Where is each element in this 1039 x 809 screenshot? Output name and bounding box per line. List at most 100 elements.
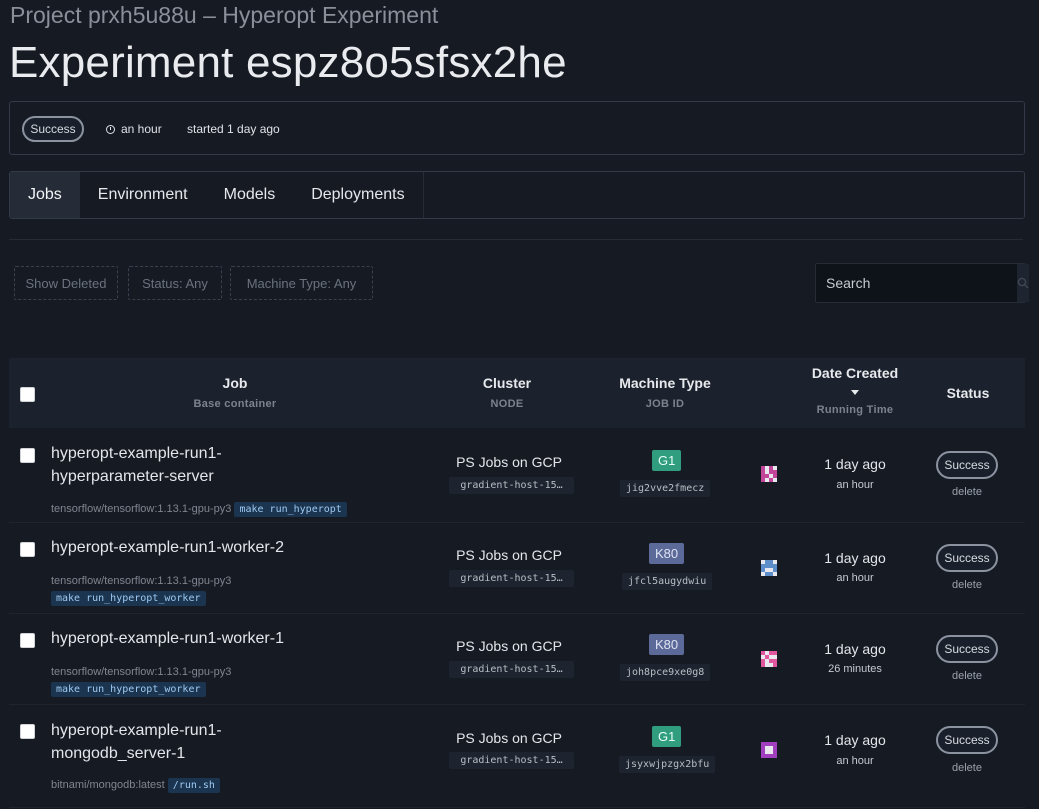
date-header-sublabel: Running Time [816,404,894,416]
node-name: gradient-host-15… [449,661,574,678]
job-name-link[interactable]: hyperopt-example-run1-worker-2 [51,536,284,559]
node-name: gradient-host-15… [449,570,574,587]
status-badge: Success [936,544,998,572]
clock-icon [106,124,115,134]
project-breadcrumb[interactable]: Project prxh5u88u – Hyperopt Experiment [10,2,438,29]
job-name-line: hyperparameter-server [51,468,214,485]
row-checkbox[interactable] [20,633,35,648]
job-name-link[interactable]: hyperopt-example-run1- hyperparameter-se… [51,442,222,488]
status-column-header: Status [938,385,998,401]
base-container: bitnami/mongodb:latest /run.sh [51,778,220,793]
table-row[interactable]: hyperopt-example-run1-worker-2 tensorflo… [9,522,1025,614]
job-name-line: mongodb_server-1 [51,745,186,762]
tab-bar: Jobs Environment Models Deployments [9,171,1025,219]
status-filter[interactable]: Status: Any [128,266,222,300]
job-id: jsyxwjpzgx2bfu [619,756,716,773]
machine-header-label: Machine Type [619,375,711,391]
node-name: gradient-host-15… [449,477,574,494]
avatar [761,466,777,482]
cluster-name: PS Jobs on GCP [456,730,562,746]
running-time: an hour [836,572,874,584]
cluster-name: PS Jobs on GCP [456,547,562,563]
delete-link[interactable]: delete [936,762,998,774]
experiment-summary: Success an hour started 1 day ago [9,101,1025,155]
delete-link[interactable]: delete [936,579,998,591]
command-tag: /run.sh [167,778,220,793]
job-name-line: hyperopt-example-run1- [51,722,222,739]
running-time: an hour [836,479,874,491]
job-column-header: Job Base container [185,375,285,410]
table-row[interactable]: hyperopt-example-run1-worker-1 tensorflo… [9,613,1025,705]
command-tag: make run_hyperopt [234,502,347,517]
job-name-link[interactable]: hyperopt-example-run1-worker-1 [51,627,284,650]
search-icon [1017,277,1029,289]
date-column-header[interactable]: Date Created Running Time [795,365,915,416]
row-checkbox[interactable] [20,724,35,739]
job-header-sublabel: Base container [193,398,277,410]
avatar [761,560,777,576]
job-id: jig2vve2fmecz [620,480,711,497]
tab-deployments[interactable]: Deployments [293,172,422,218]
identicon-icon [761,742,777,758]
job-id: jfcl5augydwiu [622,573,713,590]
cluster-header-label: Cluster [482,375,532,391]
date-created: 1 day ago [824,641,886,657]
duration: an hour [106,122,162,136]
page-title: Experiment espz8o5sfsx2he [9,38,567,87]
table-row[interactable]: hyperopt-example-run1- hyperparameter-se… [9,429,1025,523]
cluster-name: PS Jobs on GCP [456,638,562,654]
container-image: tensorflow/tensorflow:1.13.1-gpu-py3 [51,503,232,515]
delete-link[interactable]: delete [936,670,998,682]
container-image: bitnami/mongodb:latest [51,779,165,791]
base-container: tensorflow/tensorflow:1.13.1-gpu-py3 mak… [51,575,231,606]
status-badge: Success [936,726,998,754]
identicon-icon [761,560,777,576]
date-created: 1 day ago [824,550,886,566]
job-name-line: hyperopt-example-run1-worker-1 [51,630,284,647]
table-header: Job Base container Cluster NODE Machine … [9,358,1025,428]
container-image: tensorflow/tensorflow:1.13.1-gpu-py3 [51,666,232,678]
row-checkbox[interactable] [20,542,35,557]
started-text: started 1 day ago [187,122,280,136]
tab-divider [422,172,424,218]
base-container: tensorflow/tensorflow:1.13.1-gpu-py3 mak… [51,666,231,697]
command-tag: make run_hyperopt_worker [51,682,206,697]
status-badge: Success [936,635,998,663]
running-time: an hour [836,755,874,767]
date-created: 1 day ago [824,456,886,472]
row-checkbox[interactable] [20,448,35,463]
machine-type-badge: G1 [652,450,682,471]
select-all-checkbox[interactable] [20,387,35,402]
tab-environment[interactable]: Environment [80,172,206,218]
machine-type-filter[interactable]: Machine Type: Any [230,266,373,300]
cluster-header-sublabel: NODE [490,398,524,410]
base-container: tensorflow/tensorflow:1.13.1-gpu-py3 mak… [51,502,347,517]
date-header-label: Date Created [811,365,899,381]
show-deleted-filter[interactable]: Show Deleted [14,266,118,300]
job-id: joh8pce9xe0g8 [620,664,711,681]
cluster-column-header: Cluster NODE [457,375,557,410]
job-name-line: hyperopt-example-run1- [51,445,222,462]
date-created: 1 day ago [824,732,886,748]
machine-column-header: Machine Type JOB ID [605,375,725,410]
container-image: tensorflow/tensorflow:1.13.1-gpu-py3 [51,575,232,587]
status-badge: Success [22,116,84,142]
avatar [761,742,777,758]
status-header-label: Status [946,385,990,401]
sort-caret-icon [851,390,859,395]
search-input[interactable] [816,264,1017,302]
search-button[interactable] [1017,264,1029,302]
machine-type-badge: G1 [652,726,682,747]
tab-jobs[interactable]: Jobs [10,172,80,218]
table-row[interactable]: hyperopt-example-run1- mongodb_server-1 … [9,704,1025,808]
duration-text: an hour [121,122,162,136]
divider [9,239,1023,240]
tab-models[interactable]: Models [206,172,294,218]
job-name-link[interactable]: hyperopt-example-run1- mongodb_server-1 [51,719,222,765]
avatar [761,651,777,667]
machine-type-badge: K80 [649,543,685,564]
node-name: gradient-host-15… [449,752,574,769]
cluster-name: PS Jobs on GCP [456,454,562,470]
running-time: 26 minutes [828,663,882,675]
delete-link[interactable]: delete [936,486,998,498]
